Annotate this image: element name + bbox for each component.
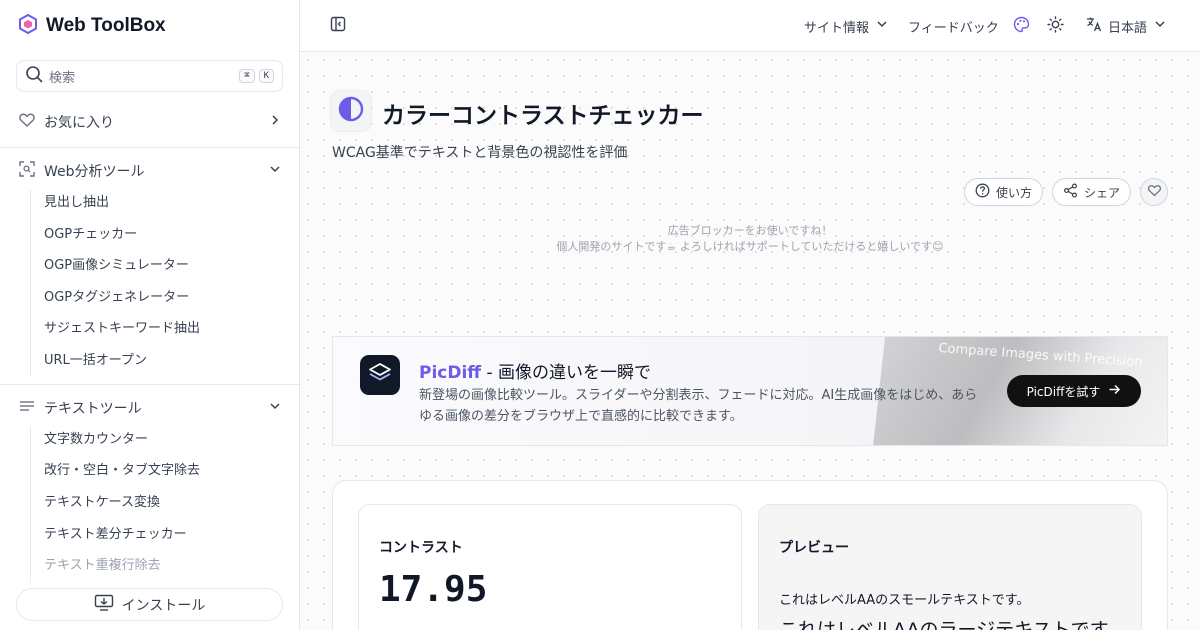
brand-name: Web ToolBox — [46, 15, 166, 36]
contrast-label: コントラスト — [379, 540, 463, 556]
chevron-down-icon — [1153, 17, 1167, 35]
picdiff-promo-banner[interactable]: Compare Images with Precision PicDiff - … — [332, 336, 1168, 446]
try-picdiff-button[interactable]: PicDiffを試す — [1007, 375, 1141, 407]
tool-icon — [330, 90, 372, 132]
preview-small-text: これはレベルAAのスモールテキストです。 — [779, 593, 1030, 608]
toggle-sidebar-button[interactable] — [330, 16, 346, 36]
site-info-menu[interactable]: サイト情報 — [804, 16, 889, 36]
language-menu[interactable]: 日本語 — [1086, 16, 1167, 36]
sidebar-item-suggest-keywords[interactable]: サジェストキーワード抽出 — [44, 320, 200, 338]
chevron-right-icon — [268, 113, 282, 131]
main-content: カラーコントラストチェッカー WCAG基準でテキストと背景色の視認性を評価 使い… — [300, 52, 1200, 630]
sidebar-group-web-analysis[interactable]: Web分析ツール — [18, 160, 282, 182]
sidebar-group-text-tools[interactable]: テキストツール — [18, 397, 282, 419]
brand-logo[interactable]: Web ToolBox — [18, 13, 166, 38]
heart-icon — [18, 111, 36, 133]
howto-button[interactable]: 使い方 — [964, 178, 1044, 206]
sidebar-item-ogp-tag-generator[interactable]: OGPタグジェネレーター — [44, 289, 189, 307]
site-info-label: サイト情報 — [804, 20, 870, 36]
promo-description: 新登場の画像比較ツール。スライダーや分割表示、フェードに対応。AI生成画像をはじ… — [419, 388, 978, 424]
sidebar-toggle-icon — [330, 16, 346, 36]
top-bar: サイト情報 フィードバック 日本語 — [300, 0, 1200, 52]
shortcut-meta-key: ⌘ — [239, 69, 255, 83]
picdiff-logo — [360, 355, 400, 395]
divider — [0, 147, 299, 148]
scan-icon — [18, 160, 36, 182]
divider — [0, 384, 299, 385]
subnav-guide-line — [30, 427, 31, 587]
sidebar-group-label: テキストツール — [44, 401, 142, 417]
sidebar-group-label: Web分析ツール — [44, 164, 145, 180]
adblock-notice-line1: 広告ブロッカーをお使いですね！ — [667, 224, 833, 237]
theme-palette-button[interactable] — [1013, 16, 1030, 36]
contrast-icon — [338, 96, 364, 126]
language-label: 日本語 — [1108, 20, 1148, 36]
promo-brand: PicDiff — [419, 363, 482, 383]
sidebar-item-text-diff[interactable]: テキスト差分チェッカー — [44, 526, 187, 544]
shortcut-k-key: K — [258, 69, 274, 83]
sidebar-item-url-bulk-open[interactable]: URL一括オープン — [44, 352, 147, 370]
howto-label: 使い方 — [996, 185, 1033, 200]
heart-icon — [1147, 183, 1162, 202]
feedback-label: フィードバック — [908, 20, 999, 36]
install-icon — [94, 594, 114, 616]
sidebar-item-char-counter[interactable]: 文字数カウンター — [44, 431, 148, 449]
share-label: シェア — [1084, 185, 1121, 200]
sidebar-item-favorites[interactable]: お気に入り — [18, 111, 282, 133]
chevron-down-icon — [875, 17, 889, 35]
search-icon — [25, 65, 43, 87]
favorite-button[interactable] — [1140, 178, 1168, 206]
feedback-link[interactable]: フィードバック — [908, 16, 999, 36]
chevron-down-icon — [268, 162, 282, 180]
install-label: インストール — [121, 597, 206, 614]
page-title: カラーコントラストチェッカー — [382, 103, 704, 129]
install-button[interactable]: インストール — [16, 588, 283, 621]
sidebar: Web ToolBox 検索 ⌘ K お気に入り Web分析ツール 見出し抽出 … — [0, 0, 300, 630]
search-input[interactable]: 検索 ⌘ K — [16, 60, 283, 92]
page-subtitle: WCAG基準でテキストと背景色の視認性を評価 — [332, 145, 628, 161]
sidebar-item-whitespace-remover[interactable]: 改行・空白・タブ文字除去 — [44, 462, 200, 480]
subnav-guide-line — [30, 190, 31, 376]
sidebar-item-ogp-checker[interactable]: OGPチェッカー — [44, 226, 137, 244]
sidebar-item-label: お気に入り — [44, 115, 114, 131]
layers-icon — [367, 361, 393, 389]
toolbox-logo-icon — [18, 13, 38, 38]
contrast-ratio-value: 17.95 — [379, 569, 488, 610]
theme-toggle-button[interactable] — [1047, 15, 1064, 37]
sidebar-item-ogp-image-simulator[interactable]: OGP画像シミュレーター — [44, 257, 189, 275]
contrast-card: コントラスト 17.95 — [358, 504, 742, 630]
sun-icon — [1047, 15, 1064, 37]
help-circle-icon — [975, 183, 990, 201]
promo-tagline: - 画像の違いを一瞬で — [481, 363, 652, 383]
sidebar-item-heading-extract[interactable]: 見出し抽出 — [44, 194, 109, 212]
cta-label: PicDiffを試す — [1026, 384, 1101, 399]
share-button[interactable]: シェア — [1052, 178, 1132, 206]
chevron-down-icon — [268, 399, 282, 417]
translate-icon — [1086, 16, 1102, 36]
preview-label: プレビュー — [779, 540, 849, 556]
preview-large-text: これはレベルAAのラージテキストです。 — [779, 619, 1126, 630]
sidebar-item-text-case[interactable]: テキストケース変換 — [44, 494, 160, 512]
promo-title: PicDiff - 画像の違いを一瞬で — [419, 358, 651, 383]
preview-card: プレビュー これはレベルAAのスモールテキストです。 これはレベルAAのラージテ… — [758, 504, 1142, 630]
search-placeholder: 検索 — [49, 70, 76, 86]
sidebar-item-duplicate-line-remover[interactable]: テキスト重複行除去 — [44, 557, 161, 575]
share-icon — [1063, 183, 1078, 201]
palette-icon — [1013, 16, 1030, 37]
text-lines-icon — [18, 397, 36, 419]
arrow-right-icon — [1108, 383, 1121, 399]
adblock-notice-line2: 個人開発のサイトです☕ よろしければサポートしていただけると嬉しいです😊 — [556, 240, 944, 253]
